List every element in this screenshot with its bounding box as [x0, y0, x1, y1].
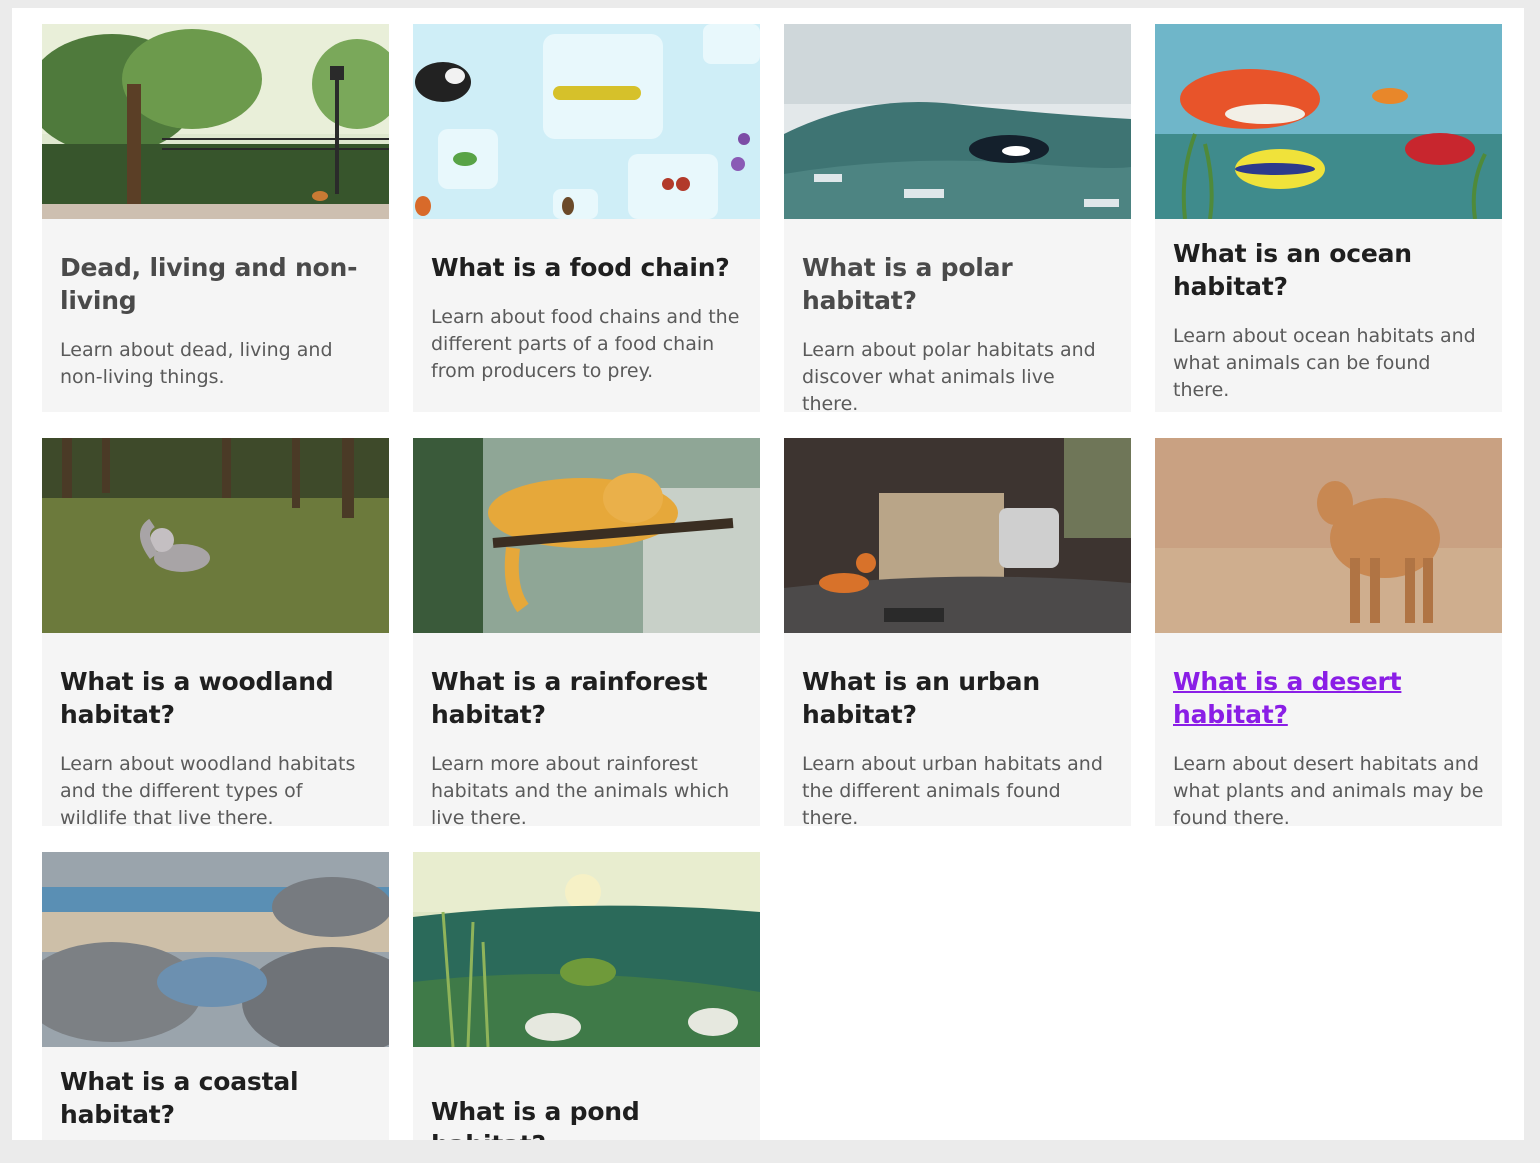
- card-description: Learn about dead, living and non-living …: [60, 339, 333, 388]
- card-link[interactable]: What is a woodland habitat?: [60, 667, 334, 729]
- card-body: What is a pond habitat?: [413, 1047, 760, 1140]
- card-body: What is an ocean habitat? Learn about oc…: [1155, 219, 1502, 412]
- polar-illustration[interactable]: [784, 24, 1131, 219]
- card-body: Dead, living and non-living Learn about …: [42, 219, 389, 409]
- card-title[interactable]: What is a desert habitat?: [1173, 665, 1484, 731]
- desert-illustration[interactable]: [1155, 438, 1502, 633]
- card-urban[interactable]: What is an urban habitat? Learn about ur…: [784, 438, 1131, 826]
- park-illustration[interactable]: [42, 24, 389, 219]
- card-link[interactable]: What is a pond habitat?: [431, 1097, 640, 1140]
- card-description: Learn more about rainforest habitats and…: [431, 753, 730, 826]
- card-polar[interactable]: What is a polar habitat? Learn about pol…: [784, 24, 1131, 412]
- card-body: What is a food chain? Learn about food c…: [413, 219, 760, 403]
- card-description: Learn about ocean habitats and what anim…: [1173, 325, 1476, 401]
- urban-illustration[interactable]: [784, 438, 1131, 633]
- coastal-illustration[interactable]: [42, 852, 389, 1047]
- card-body: What is a polar habitat? Learn about pol…: [784, 219, 1131, 412]
- card-title[interactable]: What is a woodland habitat?: [60, 665, 371, 731]
- card-link[interactable]: What is a desert habitat?: [1173, 667, 1402, 729]
- card-title[interactable]: What is an urban habitat?: [802, 665, 1113, 731]
- card-title[interactable]: What is a pond habitat?: [431, 1095, 742, 1140]
- card-link[interactable]: What is a food chain?: [431, 253, 730, 282]
- rainforest-illustration[interactable]: [413, 438, 760, 633]
- card-link[interactable]: Dead, living and non-living: [60, 253, 357, 315]
- ocean-illustration[interactable]: [1155, 24, 1502, 219]
- food-chain-illustration[interactable]: [413, 24, 760, 219]
- card-title[interactable]: What is a food chain?: [431, 251, 742, 284]
- card-description: Learn about urban habitats and the diffe…: [802, 753, 1103, 826]
- card-food-chain[interactable]: What is a food chain? Learn about food c…: [413, 24, 760, 412]
- card-body: What is a desert habitat? Learn about de…: [1155, 633, 1502, 826]
- card-link[interactable]: What is a polar habitat?: [802, 253, 1013, 315]
- card-title[interactable]: What is a coastal habitat?: [60, 1065, 371, 1131]
- card-link[interactable]: What is an ocean habitat?: [1173, 239, 1412, 301]
- card-title[interactable]: What is an ocean habitat?: [1173, 237, 1484, 303]
- card-description: Learn about food chains and the differen…: [431, 306, 740, 382]
- card-link[interactable]: What is a coastal habitat?: [60, 1067, 299, 1129]
- card-title[interactable]: Dead, living and non-living: [60, 251, 371, 317]
- woodland-illustration[interactable]: [42, 438, 389, 633]
- card-description: Learn about desert habitats and what pla…: [1173, 753, 1484, 826]
- card-title[interactable]: What is a polar habitat?: [802, 251, 1113, 317]
- pond-illustration[interactable]: [413, 852, 760, 1047]
- card-dead-living[interactable]: Dead, living and non-living Learn about …: [42, 24, 389, 412]
- card-pond[interactable]: What is a pond habitat?: [413, 852, 760, 1140]
- card-desert[interactable]: What is a desert habitat? Learn about de…: [1155, 438, 1502, 826]
- card-body: What is a woodland habitat? Learn about …: [42, 633, 389, 826]
- card-link[interactable]: What is an urban habitat?: [802, 667, 1040, 729]
- card-rainforest[interactable]: What is a rainforest habitat? Learn more…: [413, 438, 760, 826]
- card-title[interactable]: What is a rainforest habitat?: [431, 665, 742, 731]
- card-ocean[interactable]: What is an ocean habitat? Learn about oc…: [1155, 24, 1502, 412]
- card-body: What is a coastal habitat?: [42, 1047, 389, 1140]
- card-grid: Dead, living and non-living Learn about …: [12, 8, 1524, 1140]
- card-description: Learn about polar habitats and discover …: [802, 339, 1096, 412]
- card-woodland[interactable]: What is a woodland habitat? Learn about …: [42, 438, 389, 826]
- card-coastal[interactable]: What is a coastal habitat?: [42, 852, 389, 1140]
- card-description: Learn about woodland habitats and the di…: [60, 753, 356, 826]
- card-link[interactable]: What is a rainforest habitat?: [431, 667, 708, 729]
- card-body: What is an urban habitat? Learn about ur…: [784, 633, 1131, 826]
- card-body: What is a rainforest habitat? Learn more…: [413, 633, 760, 826]
